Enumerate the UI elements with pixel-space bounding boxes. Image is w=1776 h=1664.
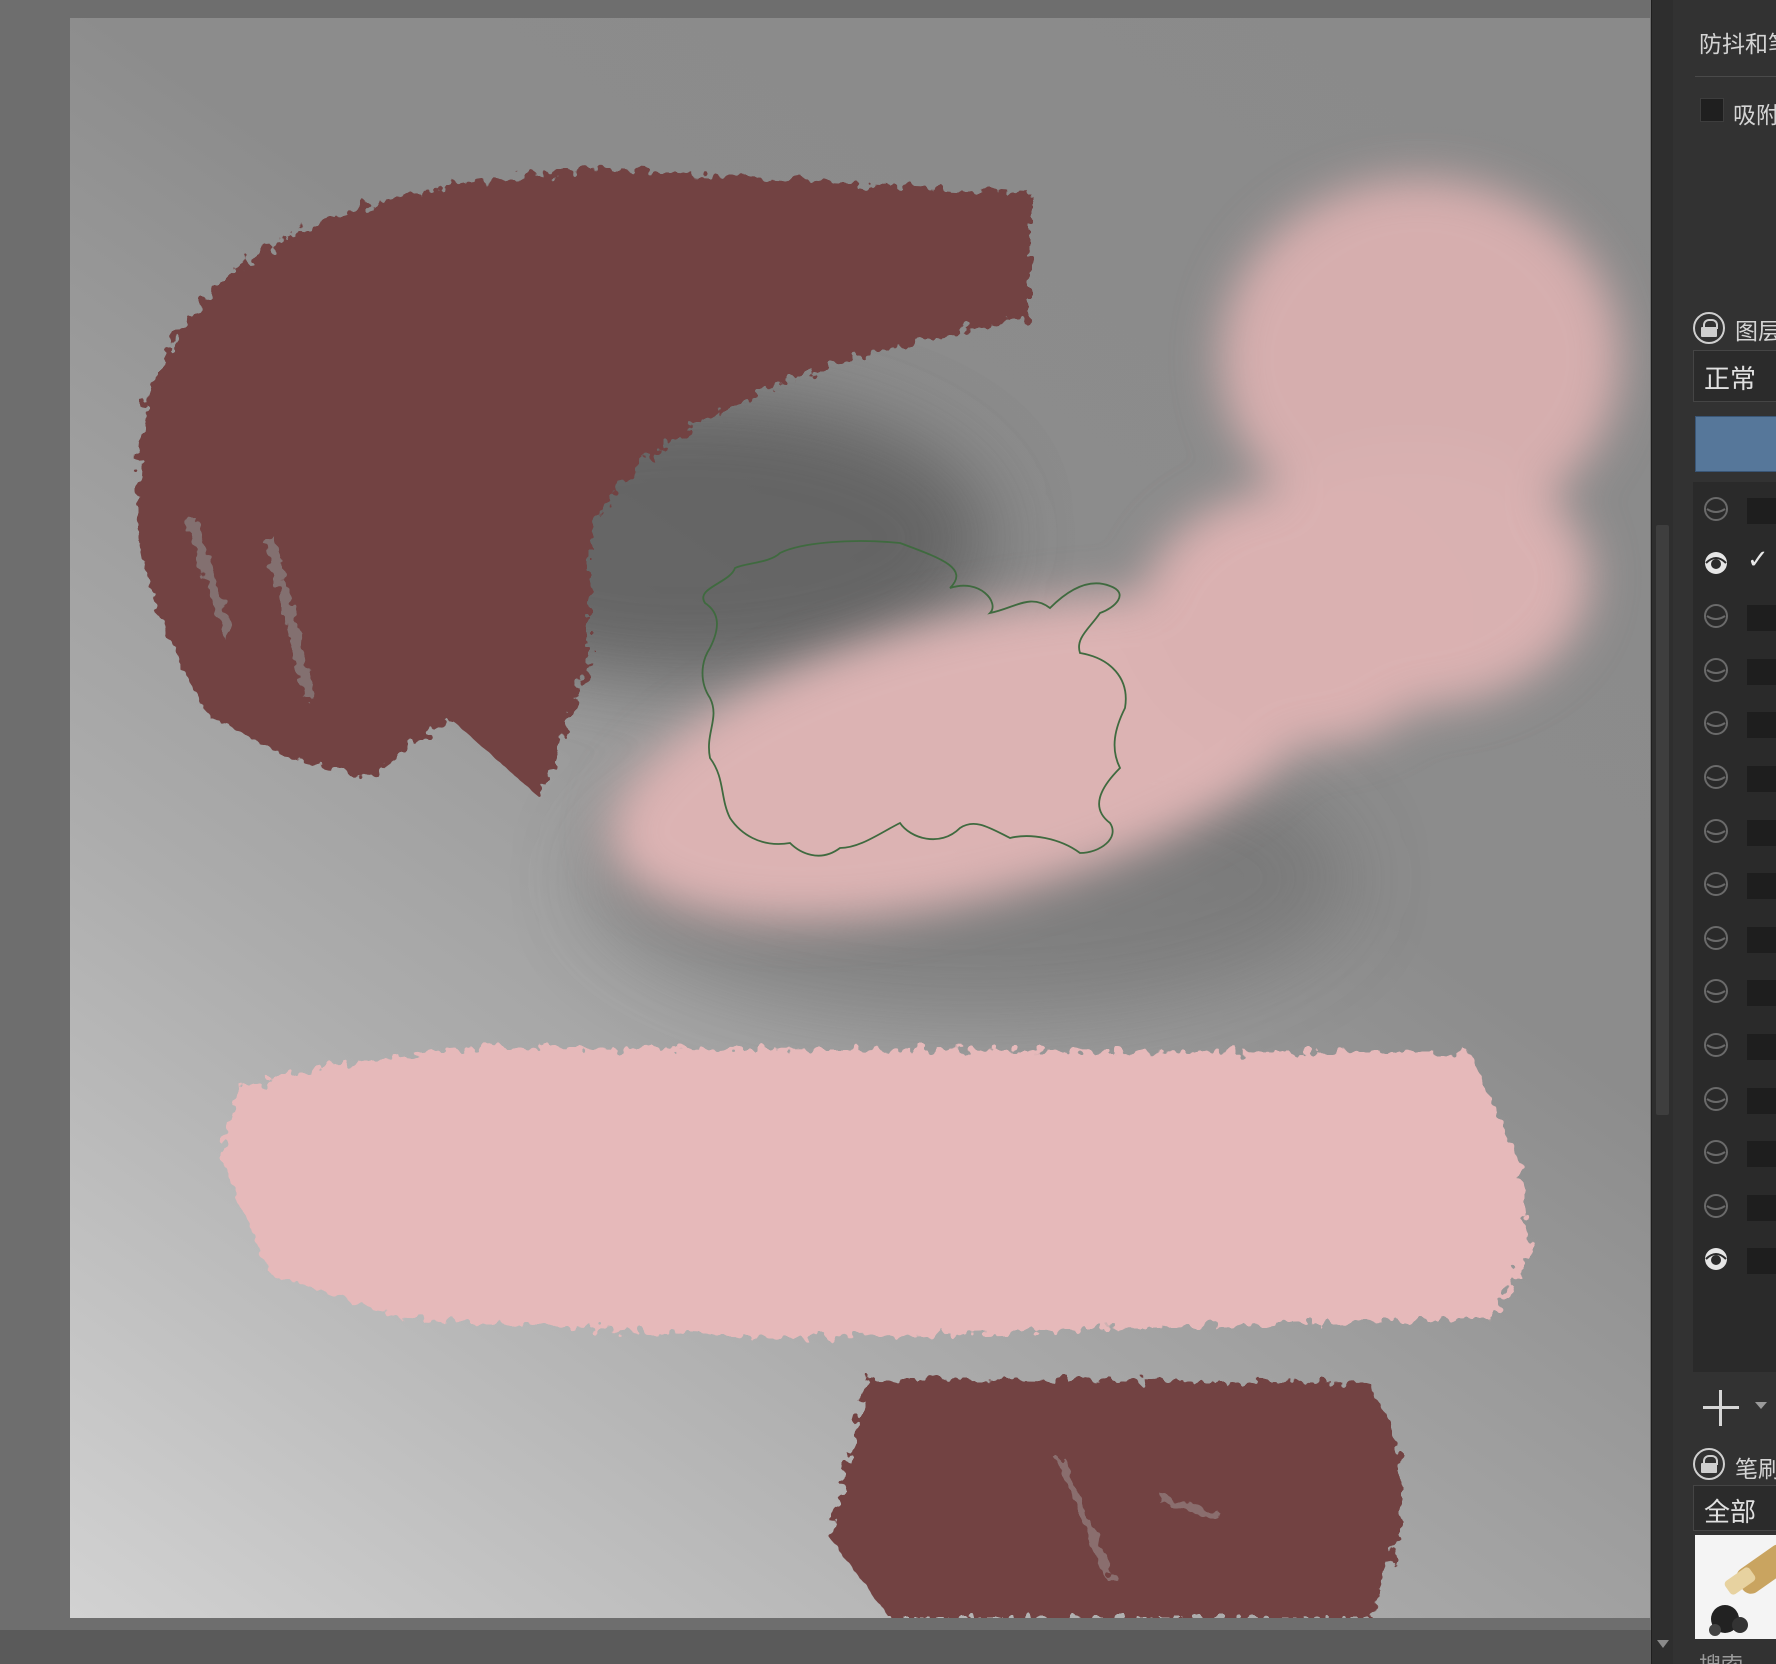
snap-checkbox[interactable] [1700,98,1724,122]
scroll-down-arrow-icon[interactable] [1657,1640,1669,1648]
scrollbar-thumb[interactable] [1656,525,1669,1115]
layer-row[interactable] [1693,916,1776,962]
brush-preview-thumbnail[interactable] [1695,1535,1776,1639]
right-side-panel: 防抖和笔 吸附 图层 正常 ✓ 笔刷 全部 搜索 [1673,0,1776,1664]
blend-mode-dropdown[interactable]: 正常 [1693,350,1776,402]
layer-thumbnail[interactable] [1747,498,1776,524]
brushes-lock-icon[interactable] [1693,1448,1725,1480]
eye-hidden-icon[interactable] [1703,765,1729,789]
canvas-vertical-scrollbar[interactable] [1651,0,1673,1664]
eye-hidden-icon[interactable] [1703,604,1729,629]
layer-row[interactable] [1693,969,1776,1015]
stabilizer-panel-title: 防抖和笔 [1699,32,1776,58]
layer-thumbnail[interactable] [1747,873,1776,900]
eye-hidden-icon[interactable] [1703,872,1729,897]
brush-icon [1709,1544,1776,1636]
layer-thumbnail[interactable] [1747,1141,1776,1168]
layer-row[interactable] [1693,1077,1776,1123]
eye-hidden-icon[interactable] [1703,657,1729,682]
eye-hidden-icon[interactable] [1703,925,1729,950]
brushes-panel-title: 笔刷 [1735,1457,1776,1483]
layer-row[interactable] [1693,1023,1776,1069]
layer-row[interactable] [1693,701,1776,747]
layer-row[interactable] [1693,862,1776,908]
layer-thumbnail[interactable] [1747,658,1776,685]
eye-visible-icon[interactable] [1703,551,1729,575]
layer-list: ✓ [1693,482,1776,1372]
snap-label: 吸附 [1733,103,1776,129]
light-pink-brush-stroke [220,1047,1530,1338]
add-layer-button[interactable] [1703,1390,1739,1426]
canvas-artwork [137,168,1620,1618]
layers-lock-icon[interactable] [1693,312,1725,344]
active-layer-bar[interactable] [1695,416,1776,472]
layer-row[interactable] [1693,594,1776,640]
layer-row[interactable] [1693,648,1776,694]
layer-thumbnail[interactable] [1747,980,1776,1007]
layer-row[interactable] [1693,755,1776,801]
add-layer-dropdown-caret-icon[interactable] [1755,1402,1767,1409]
eye-hidden-icon[interactable] [1703,497,1729,521]
layer-thumbnail[interactable] [1747,712,1776,739]
layer-thumbnail[interactable] [1747,1087,1776,1114]
layer-row[interactable] [1693,809,1776,855]
layer-row[interactable] [1693,1130,1776,1176]
eye-hidden-icon[interactable] [1703,1033,1729,1057]
divider [1695,76,1776,77]
eye-visible-icon[interactable] [1703,1247,1729,1271]
layer-thumbnail[interactable] [1747,766,1776,792]
brush-search-label: 搜索 [1699,1648,1743,1664]
workspace [0,0,1651,1664]
dark-bottom-brush-stroke [830,1378,1400,1618]
layer-check-mark: ✓ [1747,544,1769,575]
eye-hidden-icon[interactable] [1703,979,1729,1004]
brush-filter-dropdown[interactable]: 全部 [1693,1485,1776,1531]
layer-thumbnail[interactable] [1747,605,1776,632]
layer-row[interactable] [1693,1184,1776,1230]
eye-hidden-icon[interactable] [1703,1140,1729,1165]
layer-row[interactable] [1693,487,1776,533]
layer-thumbnail[interactable] [1747,1194,1776,1221]
canvas-bottom-bar [0,1630,1651,1664]
eye-hidden-icon[interactable] [1703,711,1729,736]
layer-thumbnail[interactable] [1747,926,1776,953]
eye-hidden-icon[interactable] [1703,1193,1729,1218]
layer-row[interactable]: ✓ [1693,541,1776,587]
eye-hidden-icon[interactable] [1703,818,1729,843]
drawing-canvas[interactable] [70,18,1650,1618]
layer-thumbnail[interactable] [1747,1248,1776,1275]
eye-hidden-icon[interactable] [1703,1086,1729,1111]
layer-thumbnail[interactable] [1747,1034,1776,1060]
layers-panel-title: 图层 [1735,319,1776,345]
layer-thumbnail[interactable] [1747,819,1776,846]
layer-row[interactable] [1693,1237,1776,1283]
